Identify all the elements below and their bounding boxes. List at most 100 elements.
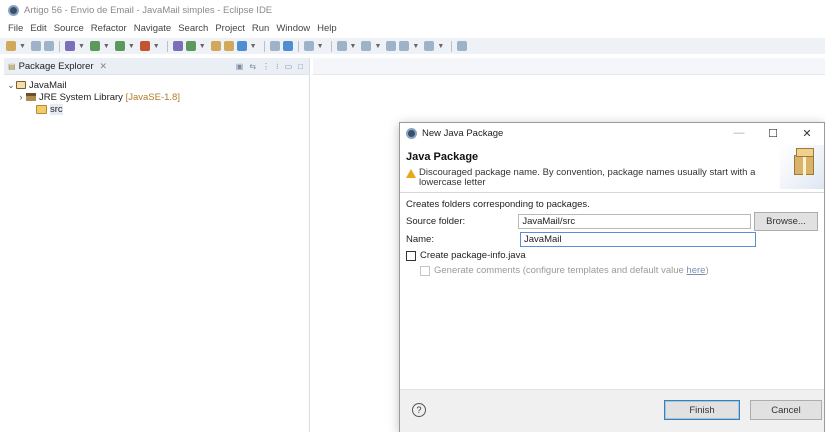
dialog-heading: Java Package: [406, 151, 479, 163]
help-icon[interactable]: ?: [412, 403, 426, 417]
save-all-icon[interactable]: [43, 41, 54, 51]
menu-window[interactable]: Window: [276, 23, 310, 34]
chevron-down-icon[interactable]: ▼: [153, 43, 160, 50]
maximize-icon[interactable]: □: [298, 62, 303, 71]
source-folder-input[interactable]: [518, 213, 751, 229]
main-toolbar: ▼ ▼ ▼ ▼ ▼ ▼ ▼ ▼ ▼ ▼ ▼ ▼: [0, 38, 825, 54]
menu-refactor[interactable]: Refactor: [91, 23, 127, 34]
menu-edit[interactable]: Edit: [30, 23, 46, 34]
toggle-mark-icon[interactable]: [269, 41, 280, 51]
menu-project[interactable]: Project: [215, 23, 245, 34]
eclipse-icon: [406, 127, 417, 139]
maximize-icon[interactable]: ☐: [756, 127, 790, 140]
source-folder-row: Source folder: Browse...: [406, 211, 819, 231]
generate-comments-row: Generate comments (configure templates a…: [406, 263, 818, 278]
view-actions: ▣ ⇆ ⋮ ⁝ ▭ □: [236, 62, 309, 71]
chevron-right-icon[interactable]: ›: [16, 92, 26, 102]
library-icon: [26, 93, 36, 101]
chevron-down-icon[interactable]: ▼: [128, 43, 135, 50]
package-explorer-header: ▤ Package Explorer ✕ ▣ ⇆ ⋮ ⁝ ▭ □: [4, 58, 309, 75]
filter-icon[interactable]: ⋮: [262, 62, 270, 71]
close-icon[interactable]: ✕: [790, 127, 824, 140]
chevron-down-icon[interactable]: ⌄: [6, 80, 16, 91]
create-package-info-checkbox[interactable]: [406, 250, 416, 261]
open-folder-icon[interactable]: [223, 41, 234, 51]
dialog-body: Creates folders corresponding to package…: [400, 193, 824, 282]
dialog-title: New Java Package: [422, 127, 504, 139]
chevron-down-icon[interactable]: ▼: [350, 43, 357, 50]
next-annotation-icon[interactable]: [336, 41, 347, 51]
finish-button[interactable]: Finish: [664, 400, 740, 420]
link-editor-icon[interactable]: ⇆: [249, 62, 256, 71]
run-last-icon[interactable]: [114, 41, 125, 51]
window-titlebar: Artigo 56 - Envio de Email - JavaMail si…: [0, 0, 825, 20]
collapse-all-icon[interactable]: ▣: [236, 62, 244, 71]
new-project-icon[interactable]: [172, 41, 183, 51]
package-explorer-tab[interactable]: ▤ Package Explorer ✕: [8, 61, 107, 72]
generate-comments-close-paren: ): [705, 265, 709, 276]
pin-icon[interactable]: [282, 41, 293, 51]
close-icon[interactable]: ✕: [100, 61, 108, 72]
save-icon[interactable]: [30, 41, 41, 51]
view-menu-icon[interactable]: ⁝: [276, 62, 279, 71]
forward-icon[interactable]: [399, 41, 410, 51]
back-icon[interactable]: [386, 41, 397, 51]
toolbar-separator: [330, 40, 332, 52]
chevron-down-icon[interactable]: ▼: [78, 43, 85, 50]
library-version: [JavaSE-1.8]: [125, 91, 180, 103]
source-folder-icon: [36, 104, 47, 114]
package-explorer-view: ▤ Package Explorer ✕ ▣ ⇆ ⋮ ⁝ ▭ □ ⌄ JavaM…: [4, 58, 310, 432]
name-input[interactable]: [520, 231, 756, 247]
prev-annotation-icon[interactable]: [361, 41, 372, 51]
dialog-footer: ? Finish Cancel: [400, 389, 824, 432]
tree-item-label: src: [50, 103, 63, 115]
menu-file[interactable]: File: [8, 23, 23, 34]
chevron-down-icon[interactable]: ▼: [412, 43, 419, 50]
open-perspective-icon[interactable]: [457, 41, 468, 51]
new-class-icon[interactable]: [185, 41, 196, 51]
toolbar-separator: [297, 40, 299, 52]
package-explorer-tab-label: Package Explorer: [18, 60, 94, 72]
new-java-package-dialog: New Java Package — ☐ ✕ Java Package Disc…: [399, 122, 825, 432]
dialog-banner: Java Package Discouraged package name. B…: [400, 143, 824, 193]
menu-search[interactable]: Search: [178, 23, 208, 34]
debug-icon[interactable]: [64, 41, 75, 51]
package-icon: [794, 148, 814, 175]
chevron-down-icon[interactable]: ▼: [374, 43, 381, 50]
warning-message: Discouraged package name. By convention,…: [406, 168, 766, 188]
package-explorer-icon: ▤: [8, 61, 16, 71]
create-package-info-row[interactable]: Create package-info.java: [406, 248, 818, 263]
warning-text: Discouraged package name. By convention,…: [419, 167, 756, 188]
minimize-icon[interactable]: —: [722, 127, 756, 140]
name-row: Name:: [406, 230, 818, 248]
tree-item-src[interactable]: src: [6, 103, 309, 115]
menu-run[interactable]: Run: [252, 23, 269, 34]
menu-source[interactable]: Source: [54, 23, 84, 34]
chevron-down-icon[interactable]: ▼: [317, 43, 324, 50]
run-icon[interactable]: [89, 41, 100, 51]
toolbar-separator: [58, 40, 60, 52]
chevron-down-icon[interactable]: ▼: [103, 43, 110, 50]
menu-help[interactable]: Help: [317, 23, 337, 34]
browse-button[interactable]: Browse...: [753, 211, 819, 231]
chevron-down-icon[interactable]: ▼: [199, 43, 206, 50]
tree-item-library[interactable]: › JRE System Library [JavaSE-1.8]: [6, 91, 309, 103]
project-folder-icon: [16, 81, 26, 89]
new-icon[interactable]: [6, 41, 16, 51]
cancel-button[interactable]: Cancel: [750, 400, 822, 420]
generate-comments-label: Generate comments (configure templates a…: [434, 265, 684, 276]
bookmark-icon[interactable]: [303, 41, 314, 51]
chevron-down-icon[interactable]: ▼: [437, 43, 444, 50]
search-icon[interactable]: [236, 41, 247, 51]
external-tools-icon[interactable]: [139, 41, 150, 51]
warning-icon: [406, 169, 416, 178]
dialog-titlebar: New Java Package — ☐ ✕: [400, 123, 824, 143]
menu-navigate[interactable]: Navigate: [134, 23, 172, 34]
here-link[interactable]: here: [686, 265, 705, 276]
chevron-down-icon[interactable]: ▼: [19, 43, 26, 50]
open-type-icon[interactable]: [210, 41, 221, 51]
tree-item-project[interactable]: ⌄ JavaMail: [6, 79, 309, 91]
chevron-down-icon[interactable]: ▼: [250, 43, 257, 50]
next-edit-icon[interactable]: [424, 41, 435, 51]
minimize-icon[interactable]: ▭: [285, 62, 293, 71]
